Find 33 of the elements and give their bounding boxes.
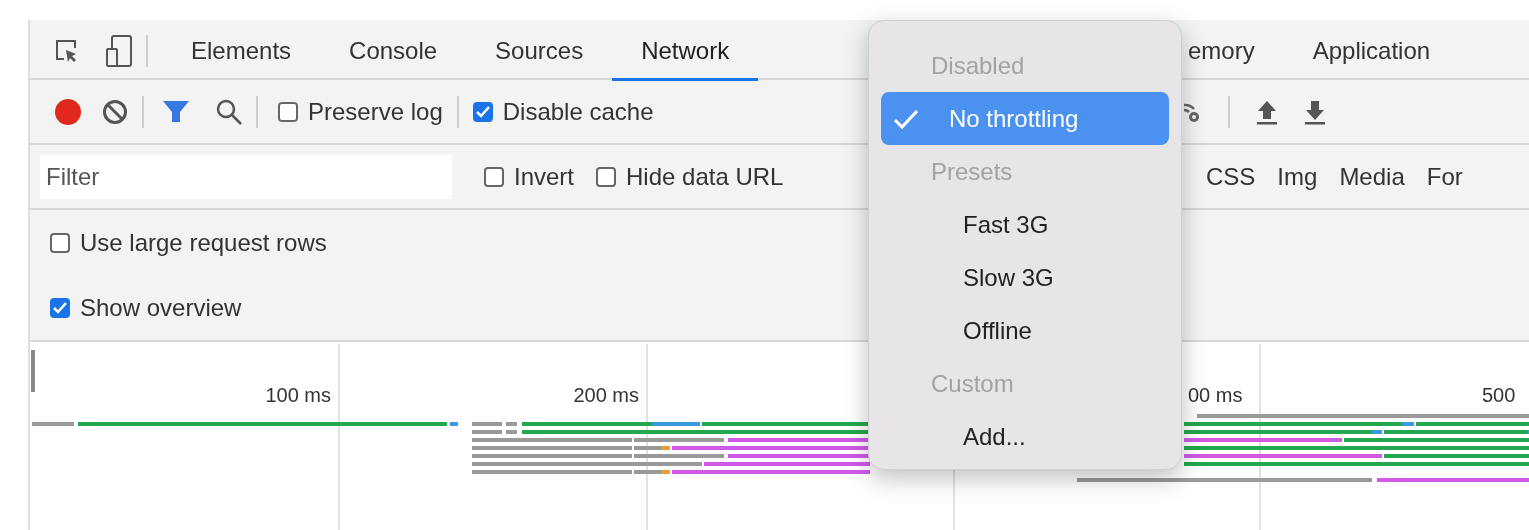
tab[interactable]: Application xyxy=(1283,23,1460,81)
type-filter[interactable]: For xyxy=(1426,162,1463,191)
tab[interactable]: emory xyxy=(1184,23,1284,81)
time-tick: 200 ms xyxy=(573,384,639,406)
search-icon[interactable] xyxy=(216,98,242,125)
time-tick: 500 xyxy=(1482,384,1516,406)
time-tick: 00 ms xyxy=(1188,384,1243,406)
checkbox[interactable]: Hide data URL xyxy=(596,162,784,191)
menu-header: Custom xyxy=(930,368,1015,399)
menu-header: Presets xyxy=(930,156,1014,187)
checkbox[interactable]: Invert xyxy=(484,162,575,191)
filter-field[interactable]: Filter xyxy=(40,154,452,199)
tab[interactable]: Elements xyxy=(162,23,321,81)
menu-item[interactable]: Add... xyxy=(881,410,1169,463)
type-filter[interactable]: CSS xyxy=(1206,162,1256,191)
type-filter[interactable]: Img xyxy=(1277,162,1318,191)
check-icon xyxy=(475,105,490,118)
type-filter[interactable]: Media xyxy=(1339,162,1405,191)
record-button[interactable] xyxy=(54,97,82,126)
tab[interactable]: Console xyxy=(320,23,467,81)
tab[interactable]: Sources xyxy=(466,23,613,81)
clear-icon[interactable] xyxy=(102,98,128,125)
check-icon xyxy=(893,107,919,130)
checkbox[interactable]: Preserve log xyxy=(278,97,443,126)
check-icon xyxy=(53,301,67,314)
filter-icon[interactable] xyxy=(162,98,190,125)
checkbox[interactable]: Disable cache xyxy=(472,97,654,126)
tab[interactable]: Network xyxy=(612,23,759,81)
time-tick: 100 ms xyxy=(265,384,331,406)
device-icon[interactable] xyxy=(106,34,132,67)
download-icon[interactable] xyxy=(1304,98,1326,125)
menu-item[interactable]: Fast 3G xyxy=(881,198,1169,251)
menu-header: Disabled xyxy=(930,50,1026,81)
